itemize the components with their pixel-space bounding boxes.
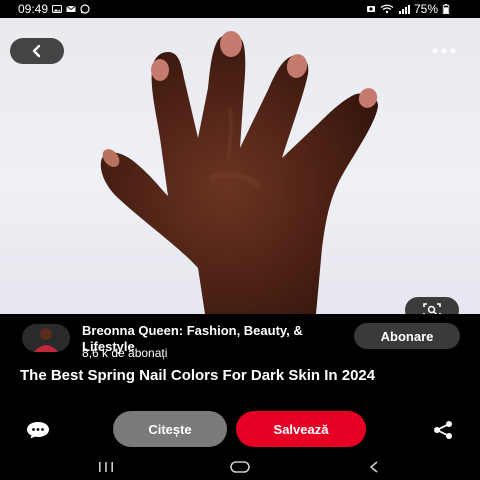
back-button[interactable] — [10, 38, 64, 64]
visual-search-icon — [423, 303, 441, 314]
signal-icon — [398, 5, 410, 14]
image-notification-icon — [52, 5, 63, 13]
back-icon — [369, 461, 378, 473]
system-nav-bar — [0, 454, 480, 480]
nav-back-button[interactable] — [362, 458, 386, 476]
home-icon — [230, 461, 250, 473]
save-button[interactable]: Salvează — [236, 411, 366, 447]
status-left: 09:49 — [18, 2, 90, 16]
comment-icon — [27, 422, 49, 439]
status-right: 75% — [366, 2, 450, 16]
recents-button[interactable] — [94, 458, 118, 476]
home-button[interactable] — [228, 458, 252, 476]
follower-count: 8,6 k de abonați — [82, 346, 168, 360]
chevron-left-icon — [32, 44, 41, 58]
pin-image[interactable] — [0, 18, 480, 314]
battery-percentage: 75% — [413, 2, 438, 16]
more-options-button[interactable] — [430, 44, 458, 58]
visual-search-button[interactable] — [405, 297, 459, 314]
mail-icon — [66, 5, 76, 12]
status-bar: 09:49 75% — [0, 0, 480, 18]
creator-avatar[interactable] — [22, 324, 70, 352]
status-time: 09:49 — [18, 2, 49, 16]
read-button[interactable]: Citește — [113, 411, 227, 447]
avatar-image — [22, 324, 70, 352]
battery-icon — [442, 4, 450, 14]
wifi-icon — [380, 4, 394, 14]
pin-title: The Best Spring Nail Colors For Dark Ski… — [20, 367, 376, 384]
screenshot-icon — [366, 6, 375, 12]
hand-photo — [100, 31, 378, 314]
share-icon — [434, 421, 452, 439]
pin-info-panel: Breonna Queen: Fashion, Beauty, & Lifest… — [0, 314, 480, 454]
recents-icon — [99, 462, 113, 472]
follow-button[interactable]: Abonare — [354, 323, 460, 349]
more-dots-icon — [432, 48, 456, 54]
comment-button[interactable] — [24, 420, 52, 440]
share-button[interactable] — [430, 420, 456, 440]
whatsapp-icon — [80, 4, 90, 14]
